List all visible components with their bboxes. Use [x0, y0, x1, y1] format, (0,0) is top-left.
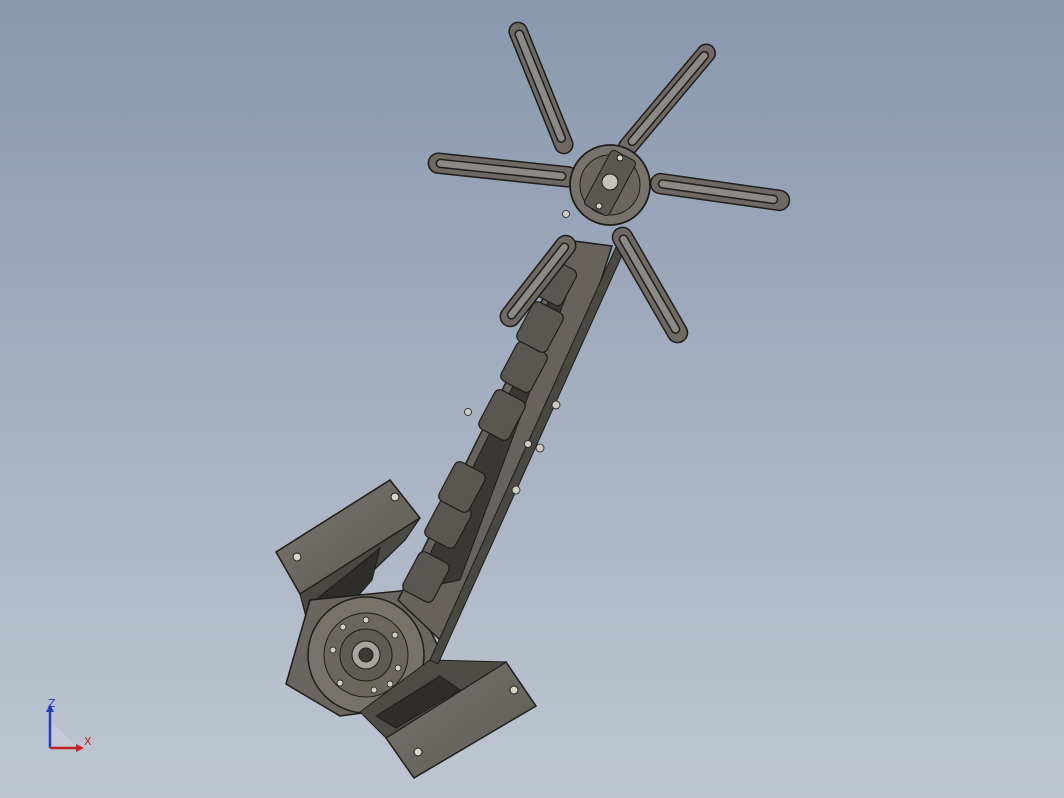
gripper-finger-bottom-right[interactable]	[609, 224, 691, 347]
x-axis-label: X	[84, 735, 92, 748]
arm-main-link[interactable]	[397, 210, 629, 665]
gripper-finger-left[interactable]	[427, 152, 579, 188]
cad-model[interactable]	[0, 0, 1064, 798]
z-axis-label: Z	[48, 697, 56, 710]
gripper-finger-right[interactable]	[649, 172, 791, 212]
gripper-hub[interactable]	[569, 144, 651, 226]
axis-triad: Z X	[38, 696, 98, 756]
gripper-finger-top-right[interactable]	[615, 41, 719, 160]
graphics-viewport[interactable]: Z X	[0, 0, 1064, 798]
gripper-finger-top-left[interactable]	[506, 20, 575, 157]
